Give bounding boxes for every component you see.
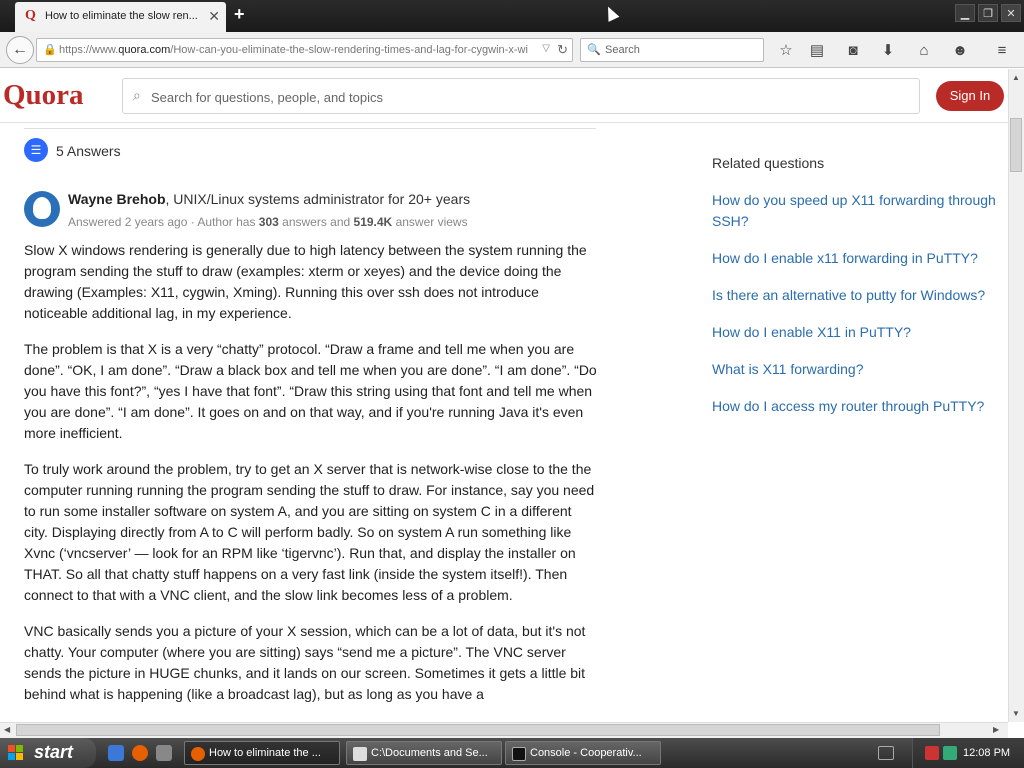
pocket-icon[interactable]: ◙: [843, 41, 863, 61]
related-question-link[interactable]: How do you speed up X11 forwarding throu…: [712, 190, 1008, 232]
answer-body: Slow X windows rendering is generally du…: [24, 240, 598, 720]
firefox-icon[interactable]: [132, 745, 148, 761]
search-placeholder: Search: [605, 44, 640, 56]
windows-logo-icon: [8, 745, 24, 761]
answers-count: 5 Answers: [56, 143, 121, 159]
search-placeholder: Search for questions, people, and topics: [151, 90, 383, 105]
avatar[interactable]: [24, 191, 60, 227]
answer-paragraph: Slow X windows rendering is generally du…: [24, 242, 587, 321]
browser-search-input[interactable]: 🔍 Search: [580, 38, 764, 62]
back-arrow-icon[interactable]: ←: [6, 36, 34, 64]
reload-icon[interactable]: ↻: [557, 42, 568, 58]
related-question-link[interactable]: What is X11 forwarding?: [712, 359, 1008, 380]
menu-icon[interactable]: ≡: [992, 41, 1012, 61]
keyboard-icon[interactable]: [878, 746, 894, 760]
divider: [24, 128, 596, 129]
ie-icon[interactable]: [108, 745, 124, 761]
list-icon: ☰: [24, 138, 48, 162]
related-questions-title: Related questions: [712, 155, 825, 171]
scroll-left-icon[interactable]: ◀: [4, 725, 10, 734]
tab-close-icon[interactable]: ✕: [208, 8, 220, 25]
window-titlebar: Q How to eliminate the slow ren... ✕ + ▁…: [0, 0, 1024, 32]
scroll-down-icon[interactable]: ▼: [1012, 709, 1020, 718]
maximize-button[interactable]: ❐: [978, 4, 998, 22]
url-dropdown-icon[interactable]: ▽: [542, 43, 550, 54]
related-question-link[interactable]: How do I enable x11 forwarding in PuTTY?: [712, 248, 1008, 269]
url-text[interactable]: https://www.quora.com/How-can-you-elimin…: [59, 44, 549, 56]
firefox-icon: [191, 747, 205, 761]
start-label: start: [34, 742, 74, 762]
network-icon[interactable]: [943, 746, 957, 760]
author-name[interactable]: Wayne Brehob: [68, 191, 166, 207]
start-button[interactable]: start: [0, 738, 96, 768]
taskbar: start How to eliminate the ... C:\Docume…: [0, 738, 1024, 768]
search-icon: 🔍: [587, 44, 601, 56]
url-bar[interactable]: 🔒 https://www.quora.com/How-can-you-elim…: [36, 38, 573, 62]
home-icon[interactable]: ⌂: [914, 41, 934, 61]
answer-paragraph: To truly work around the problem, try to…: [24, 461, 595, 603]
console-icon: [512, 747, 526, 761]
7zip-icon: [353, 747, 367, 761]
sign-in-button[interactable]: Sign In: [936, 81, 1004, 111]
mouse-cursor-icon: [602, 4, 620, 22]
quora-favicon-icon: Q: [25, 8, 36, 23]
scroll-up-icon[interactable]: ▲: [1012, 73, 1020, 82]
horizontal-scroll-thumb[interactable]: [16, 724, 940, 736]
taskbar-item-firefox[interactable]: How to eliminate the ...: [184, 741, 340, 765]
close-window-button[interactable]: ✕: [1001, 4, 1021, 22]
download-icon[interactable]: ⬇: [878, 41, 898, 61]
quora-search-input[interactable]: ⌕ Search for questions, people, and topi…: [122, 78, 920, 114]
author-credential: , UNIX/Linux systems administrator for 2…: [165, 191, 471, 207]
related-question-link[interactable]: Is there an alternative to putty for Win…: [712, 285, 1008, 306]
desktop-icon[interactable]: [156, 745, 172, 761]
vertical-scroll-thumb[interactable]: [1010, 118, 1022, 172]
taskbar-item-console[interactable]: Console - Cooperativ...: [505, 741, 661, 765]
clock: 12:08 PM: [963, 747, 1011, 759]
bookmark-star-icon[interactable]: ☆: [776, 41, 796, 61]
answer-paragraph: The problem is that X is a very “chatty”…: [24, 341, 597, 441]
minimize-button[interactable]: ▁: [955, 4, 975, 22]
navigation-bar: ← 🔒 https://www.quora.com/How-can-you-el…: [0, 32, 1024, 68]
chat-icon[interactable]: ☻: [950, 41, 970, 61]
tray-app-icon[interactable]: [925, 746, 939, 760]
scroll-right-icon[interactable]: ▶: [993, 725, 999, 734]
author-line: Wayne Brehob, UNIX/Linux systems adminis…: [68, 191, 470, 207]
answer-meta: Answered 2 years ago · Author has 303 an…: [68, 215, 468, 229]
browser-tab[interactable]: Q How to eliminate the slow ren... ✕: [15, 2, 226, 32]
taskbar-item-7zip[interactable]: C:\Documents and Se...: [346, 741, 502, 765]
search-icon: ⌕: [133, 87, 141, 103]
tab-title: How to eliminate the slow ren...: [45, 10, 198, 22]
lock-icon[interactable]: 🔒: [43, 43, 57, 56]
related-question-link[interactable]: How do I access my router through PuTTY?: [712, 396, 1008, 417]
reader-icon[interactable]: ▤: [807, 41, 827, 61]
quora-logo[interactable]: Quora: [3, 79, 84, 112]
new-tab-icon[interactable]: +: [234, 4, 245, 25]
answer-paragraph: VNC basically sends you a picture of you…: [24, 623, 586, 702]
quora-header: Quora ⌕ Search for questions, people, an…: [0, 69, 1008, 123]
related-question-link[interactable]: How do I enable X11 in PuTTY?: [712, 322, 1008, 343]
related-questions-list: How do you speed up X11 forwarding throu…: [712, 190, 1008, 433]
